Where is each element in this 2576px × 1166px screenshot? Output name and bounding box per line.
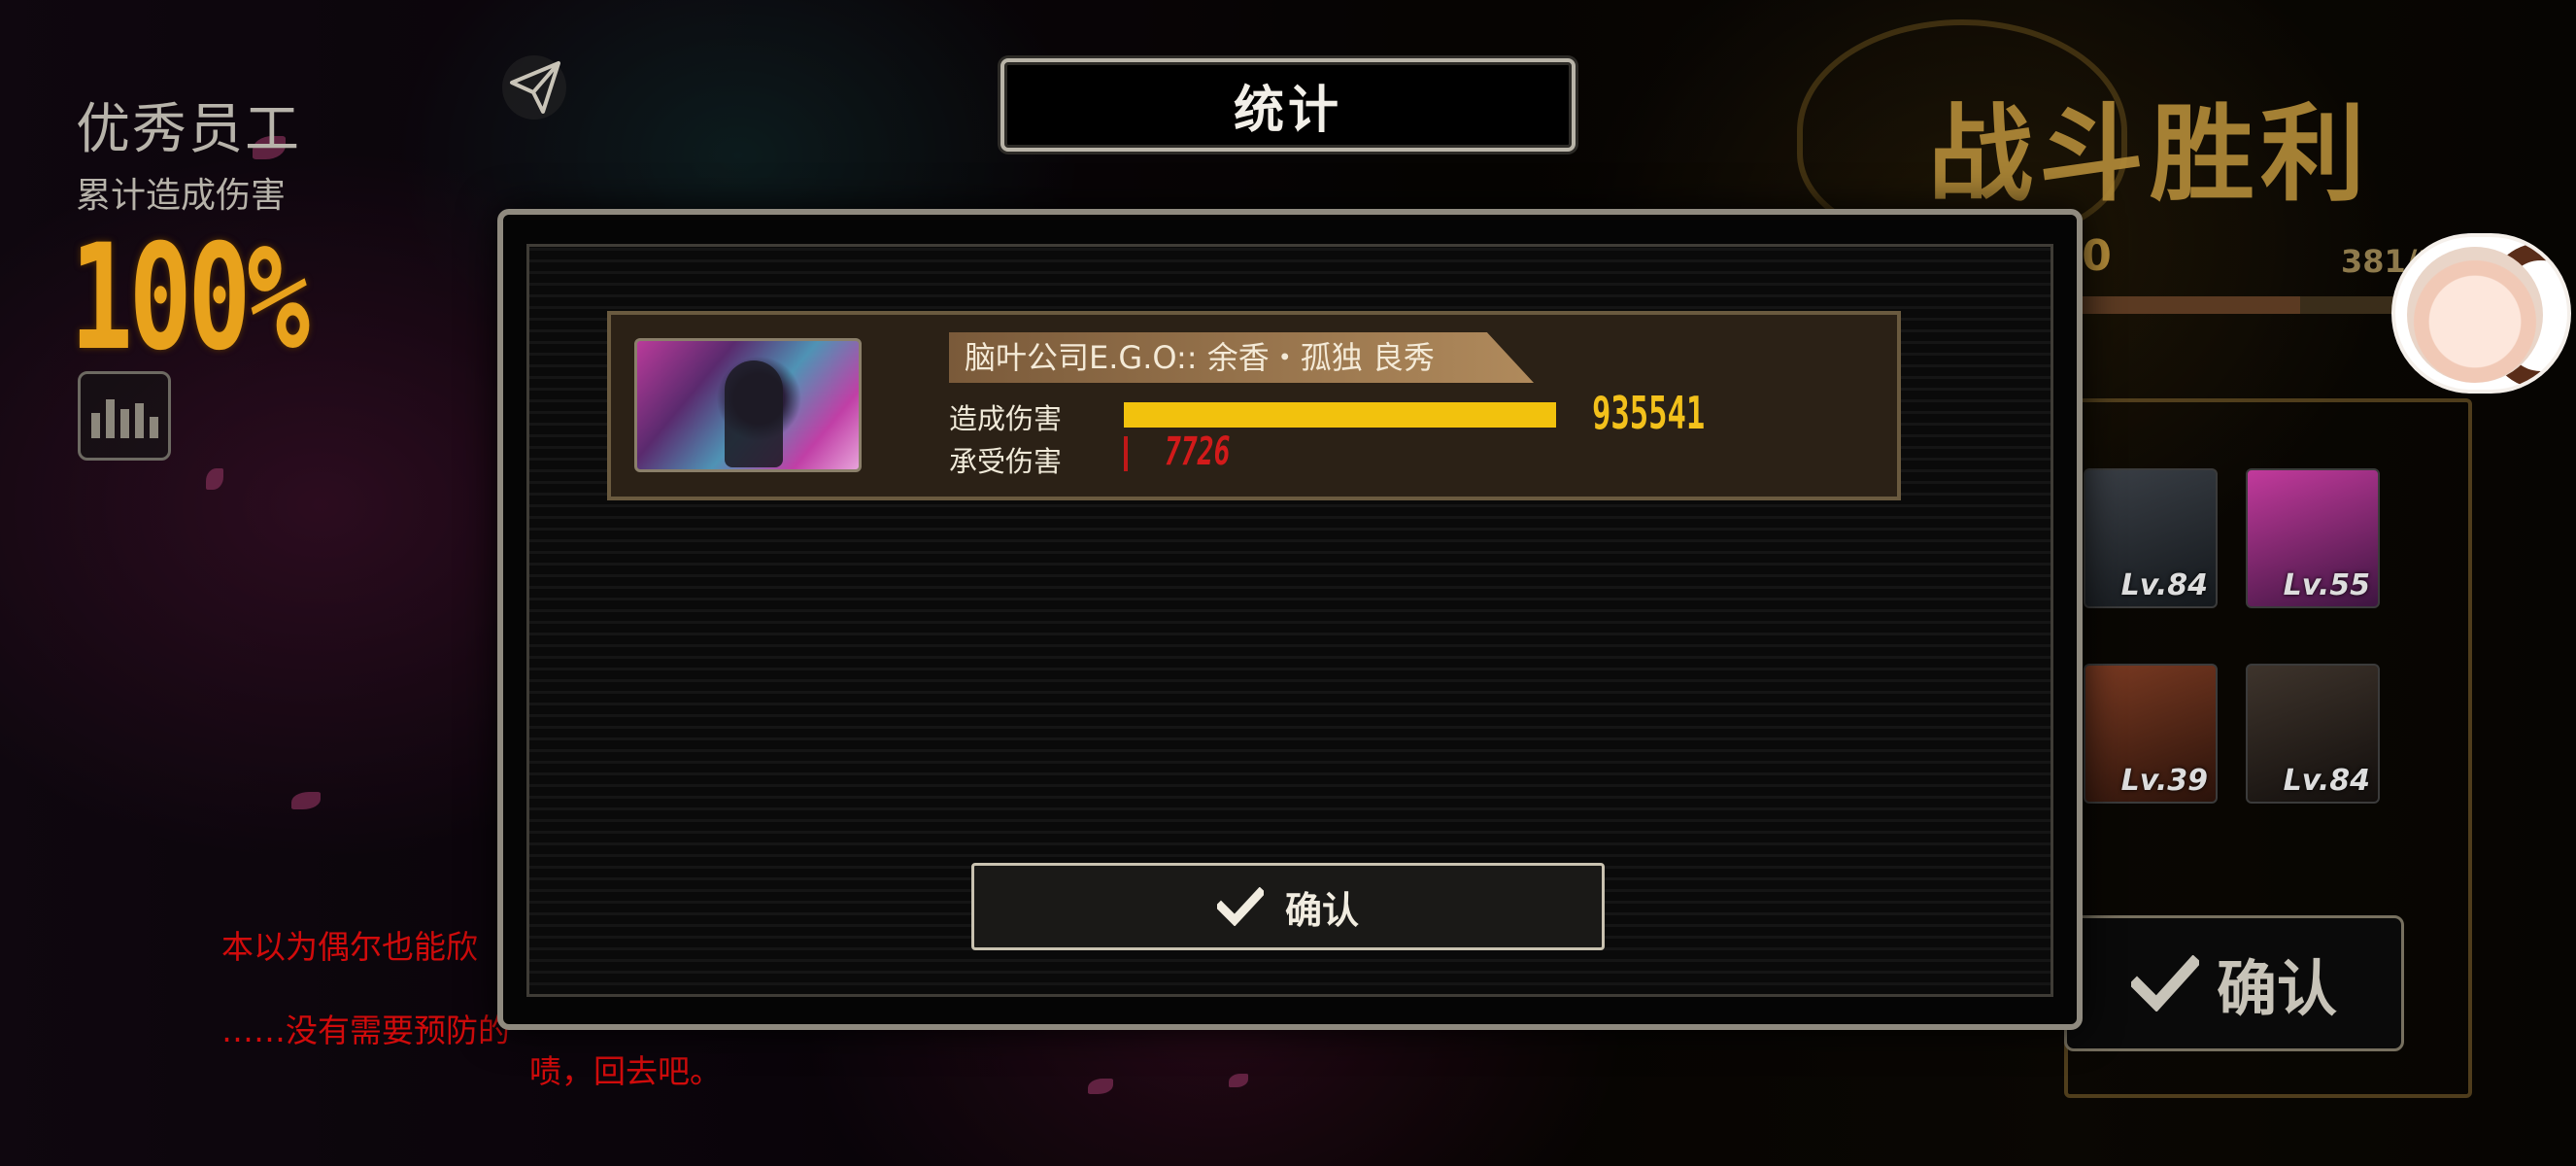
exp-bar — [2069, 296, 2399, 314]
check-icon — [2130, 955, 2199, 1012]
damage-dealt-bar — [1124, 402, 1556, 428]
check-icon — [1216, 887, 1264, 926]
character-name: 脑叶公司E.G.O:: 余香・孤独 良秀 — [949, 332, 1534, 383]
dialog-line: ……没有需要预防的 — [221, 1012, 510, 1049]
avatar — [2407, 247, 2543, 383]
stats-confirm-button[interactable]: 确认 — [971, 863, 1605, 950]
floating-avatar[interactable] — [2391, 233, 2571, 394]
victory-title: 战斗胜利 — [1928, 94, 2372, 216]
stats-entry: 脑叶公司E.G.O:: 余香・孤独 良秀 造成伤害 承受伤害 935541 77… — [607, 311, 1901, 500]
share-icon[interactable] — [500, 53, 568, 121]
stats-icon — [90, 413, 100, 438]
damage-received-label: 承受伤害 — [949, 445, 1063, 478]
victory-confirm-button[interactable]: 确认 — [2064, 915, 2404, 1051]
dialog-line: 啧，回去吧。 — [529, 1052, 722, 1090]
team-member-card[interactable]: Lv.55 — [2246, 468, 2380, 608]
team-member-level: Lv.55 — [2283, 568, 2370, 602]
team-member-level: Lv.84 — [2120, 568, 2208, 602]
petal-decoration — [206, 468, 223, 490]
team-member-level: Lv.39 — [2120, 764, 2208, 798]
damage-dealt-value: 935541 — [1592, 387, 1706, 439]
petal-decoration — [1088, 1079, 1113, 1094]
character-figure — [725, 360, 783, 467]
stats-icon — [134, 403, 144, 438]
character-portrait — [634, 338, 862, 472]
team-member-card[interactable]: Lv.39 — [2084, 664, 2218, 804]
stats-icon — [105, 399, 115, 438]
dialog-line: 本以为偶尔也能欣 — [221, 928, 478, 966]
damage-received-value: 7726 — [1165, 429, 1231, 474]
team-member-level: Lv.84 — [2283, 764, 2370, 798]
mvp-title: 优秀员工 — [76, 98, 301, 161]
stats-icon — [149, 417, 158, 438]
mvp-subtitle: 累计造成伤害 — [76, 176, 287, 216]
damage-dealt-label: 造成伤害 — [949, 402, 1063, 435]
stats-modal-title: 统计 — [1000, 58, 1576, 152]
petal-decoration — [1229, 1074, 1248, 1087]
team-member-card[interactable]: Lv.84 — [2084, 468, 2218, 608]
damage-received-bar — [1124, 436, 1128, 471]
stats-button[interactable] — [78, 371, 171, 461]
mvp-damage-percent: 100% — [70, 214, 310, 383]
stats-confirm-label: 确认 — [1284, 888, 1359, 932]
team-member-card[interactable]: Lv.84 — [2246, 664, 2380, 804]
petal-decoration — [291, 792, 321, 809]
stats-icon — [119, 409, 129, 438]
victory-confirm-label: 确认 — [2216, 953, 2337, 1024]
